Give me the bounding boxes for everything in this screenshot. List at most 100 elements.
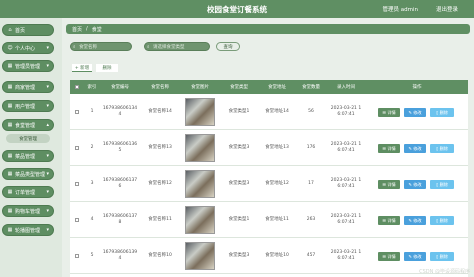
top-bar: 校园食堂订餐系统 管理员 admin 退出登录 <box>0 0 474 18</box>
cell-quantity: 176 <box>306 145 316 150</box>
cell-name: 食堂名称12 <box>148 181 172 186</box>
cell-image <box>180 166 220 202</box>
cell-address: 食堂地址12 <box>265 181 289 186</box>
sidebar-item-dish-types[interactable]: ▦ 菜品类型管理 ▾ <box>2 168 54 180</box>
cell-code: 167938606137 8 <box>102 214 138 225</box>
sidebar-item-label: 订单管理 <box>15 189 36 196</box>
sidebar-item-users[interactable]: ▦ 用户管理 ▾ <box>2 100 54 112</box>
canteen-name-placeholder: 食堂名称 <box>79 44 97 50</box>
checkbox[interactable] <box>75 254 79 258</box>
chevron-down-icon: ▾ <box>46 45 49 51</box>
query-button[interactable]: 查询 <box>216 42 240 51</box>
cell-image <box>180 94 220 130</box>
cell-type: 食堂类型3 <box>228 181 250 186</box>
cell-index: 3 <box>90 181 94 186</box>
detail-button[interactable]: ☰ 详情 <box>378 144 400 153</box>
cell-quantity: 457 <box>306 253 316 258</box>
delete-button[interactable]: ▯ 删除 <box>430 252 454 261</box>
sidebar-item-label: 个人中心 <box>15 45 36 52</box>
cell-name: 食堂名称10 <box>148 253 172 258</box>
cell-name: 食堂名称11 <box>148 217 172 222</box>
dish-icon: ▦ <box>7 153 13 159</box>
checkbox[interactable] <box>75 146 79 150</box>
detail-button[interactable]: ☰ 详情 <box>378 252 400 261</box>
sidebar-item-home[interactable]: ⌂ 首页 <box>2 24 54 36</box>
breadcrumb-home[interactable]: 首页 <box>72 26 82 33</box>
detail-button[interactable]: ☰ 详情 <box>378 180 400 189</box>
cell-image <box>180 238 220 274</box>
users-icon: ▦ <box>7 103 13 109</box>
sidebar-item-label: 菜品管理 <box>15 153 36 160</box>
batch-delete-button[interactable]: 删除 <box>96 64 118 72</box>
canteen-image <box>185 206 215 234</box>
sidebar-item-dishes[interactable]: ▦ 菜品管理 ▾ <box>2 150 54 162</box>
sidebar-item-carousel[interactable]: ▦ 轮播图管理 ▾ <box>2 224 54 236</box>
delete-button[interactable]: ▯ 删除 <box>430 108 454 117</box>
table-row: 2 167938606136 5 食堂名称13 食堂类型3 食堂地址13 176… <box>70 130 468 166</box>
chevron-down-icon: ▾ <box>46 227 49 233</box>
sidebar-subitem-canteen-manage[interactable]: 食堂管理 <box>6 134 50 143</box>
sidebar-item-cart[interactable]: ▦ 购物车管理 ▾ <box>2 205 54 217</box>
sidebar-item-merchants[interactable]: ▦ 商家管理 ▾ <box>2 81 54 93</box>
cell-address: 食堂地址11 <box>265 217 289 222</box>
delete-button[interactable]: ▯ 删除 <box>430 144 454 153</box>
checkbox[interactable] <box>75 110 79 114</box>
chevron-down-icon: ▾ <box>46 171 49 177</box>
edit-button[interactable]: ✎ 修改 <box>404 144 426 153</box>
cell-quantity: 263 <box>306 217 316 222</box>
edit-button[interactable]: ✎ 修改 <box>404 216 426 225</box>
table-row: 4 167938606137 8 食堂名称11 食堂类型1 食堂地址11 263… <box>70 202 468 238</box>
logout-link[interactable]: 退出登录 <box>436 5 458 13</box>
watermark: CSDN @毕设源码程序 <box>419 269 470 275</box>
edit-button[interactable]: ✎ 修改 <box>404 252 426 261</box>
sidebar-item-label: 菜品类型管理 <box>15 171 46 178</box>
breadcrumb: 首页 / 食堂 <box>66 24 470 34</box>
cell-image <box>180 130 220 166</box>
carousel-icon: ▦ <box>7 227 13 233</box>
cell-type: 食堂类型3 <box>228 253 250 258</box>
row-checkbox[interactable] <box>70 166 84 202</box>
header-time: 录入时间 <box>337 85 355 90</box>
header-address: 食堂地址 <box>268 85 286 90</box>
chevron-down-icon: ▾ <box>46 153 49 159</box>
row-checkbox[interactable] <box>70 238 84 274</box>
sidebar: ⌂ 首页 ☺ 个人中心 ▾ ▦ 管理员管理 ▾ ▦ 商家管理 ▾ ▦ 用户管理 … <box>0 18 62 277</box>
sidebar-item-label: 轮播图管理 <box>15 227 41 234</box>
cell-code: 167938606136 5 <box>102 142 138 153</box>
row-checkbox[interactable] <box>70 94 84 130</box>
breadcrumb-separator: / <box>86 26 88 32</box>
cell-address: 食堂地址10 <box>265 253 289 258</box>
main-content: 首页 / 食堂 ⌕ 食堂名称 ⌕ 请选择食堂类型 查询 + 新增 删除 索引 食… <box>62 18 474 277</box>
canteen-table: 索引 食堂编号 食堂名称 食堂图片 食堂类型 食堂地址 食堂数量 录入时间 操作… <box>70 80 468 277</box>
header-select-all[interactable] <box>70 80 84 94</box>
detail-button[interactable]: ☰ 详情 <box>378 108 400 117</box>
canteen-type-select[interactable]: ⌕ 请选择食堂类型 <box>144 42 210 51</box>
cell-type: 食堂类型3 <box>228 145 250 150</box>
canteen-image <box>185 170 215 198</box>
checkbox[interactable] <box>75 85 79 89</box>
cell-time: 2023-03-21 1 6:07:41 <box>330 214 362 225</box>
sidebar-item-canteens[interactable]: ▦ 食堂管理 ▴ <box>2 119 54 131</box>
detail-button[interactable]: ☰ 详情 <box>378 216 400 225</box>
checkbox[interactable] <box>75 218 79 222</box>
row-checkbox[interactable] <box>70 130 84 166</box>
add-button[interactable]: + 新增 <box>72 64 92 72</box>
canteen-type-placeholder: 请选择食堂类型 <box>153 44 185 50</box>
delete-button[interactable]: ▯ 删除 <box>430 216 454 225</box>
search-icon: ⌕ <box>73 45 76 50</box>
table-header: 索引 食堂编号 食堂名称 食堂图片 食堂类型 食堂地址 食堂数量 录入时间 操作 <box>70 80 468 94</box>
sidebar-item-orders[interactable]: ▦ 订单管理 ▾ <box>2 186 54 198</box>
header-name: 食堂名称 <box>151 85 169 90</box>
chevron-down-icon: ▾ <box>46 63 49 69</box>
sidebar-item-profile[interactable]: ☺ 个人中心 ▾ <box>2 42 54 54</box>
canteen-name-input[interactable]: ⌕ 食堂名称 <box>70 42 132 51</box>
header-actions: 操作 <box>412 85 422 90</box>
checkbox[interactable] <box>75 182 79 186</box>
breadcrumb-current: 食堂 <box>91 26 102 33</box>
edit-button[interactable]: ✎ 修改 <box>404 108 426 117</box>
cell-address: 食堂地址14 <box>265 109 289 114</box>
sidebar-item-admins[interactable]: ▦ 管理员管理 ▾ <box>2 60 54 72</box>
edit-button[interactable]: ✎ 修改 <box>404 180 426 189</box>
delete-button[interactable]: ▯ 删除 <box>430 180 454 189</box>
row-checkbox[interactable] <box>70 202 84 238</box>
